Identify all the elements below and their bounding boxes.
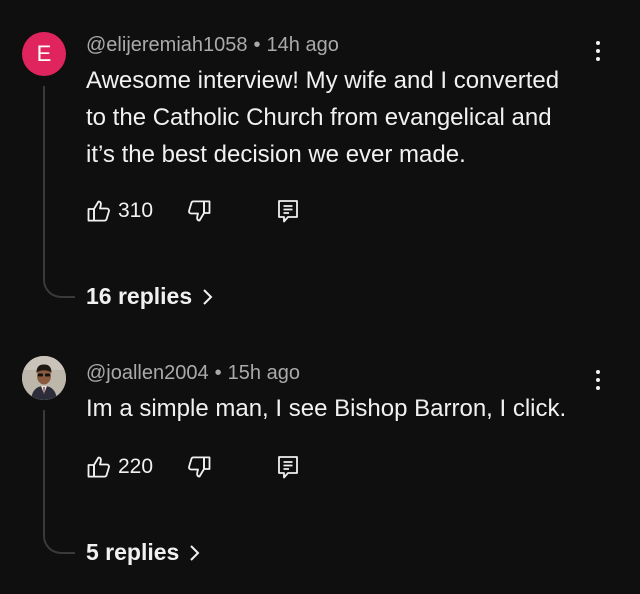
comment-actions: 220 [86,450,326,484]
thumbs-up-icon [87,456,110,478]
chevron-right-icon [190,544,200,561]
reply-button[interactable] [276,450,300,484]
comment-text: Im a simple man, I see Bishop Barron, I … [86,390,586,427]
dislike-button[interactable] [186,450,212,484]
avatar[interactable] [22,356,66,400]
comment-time: 15h ago [227,362,300,384]
comment-thread-2: @joallen2004 • 15h ago Im a simple man, I … [0,0,640,594]
thumbs-down-icon [188,456,211,478]
comment-meta: @joallen2004 • 15h ago [86,362,300,385]
more-vertical-icon [596,370,600,374]
author-handle[interactable]: @joallen2004 [86,362,209,384]
like-button[interactable]: 220 [86,450,153,484]
thread-line [43,410,75,554]
view-replies-button[interactable]: 5 replies [86,539,201,566]
comment-text-line: Im a simple man, I see Bishop Barron, I … [86,395,567,422]
reply-comment-icon [278,456,298,479]
meta-separator: • [214,362,222,384]
more-options-button[interactable] [588,365,608,395]
like-count: 220 [118,455,154,478]
replies-count-label: 5 replies [86,539,180,565]
avatar-photo-icon [22,356,66,400]
